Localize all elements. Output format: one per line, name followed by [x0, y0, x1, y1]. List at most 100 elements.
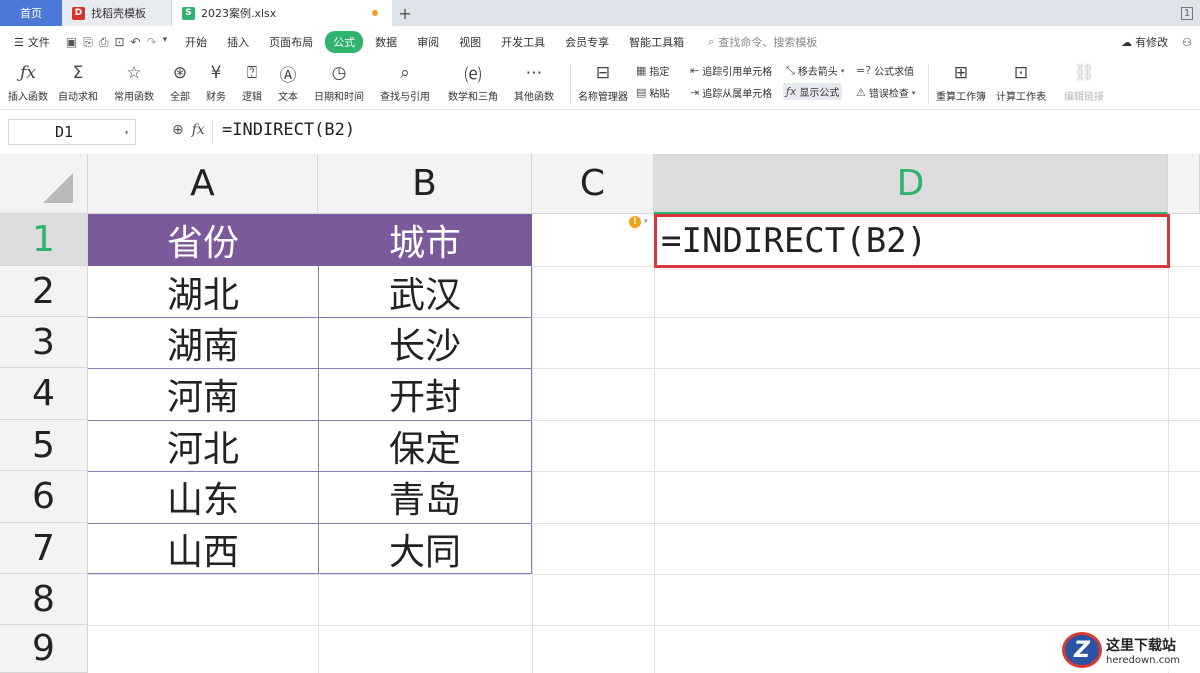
column-header-e[interactable] [1168, 154, 1200, 214]
chevron-down-icon[interactable]: ▾ [124, 128, 129, 137]
column-header-b[interactable]: B [318, 154, 532, 214]
row-header-3[interactable]: 3 [0, 317, 88, 368]
question-icon: ⍰ [246, 63, 258, 83]
all-functions-button[interactable]: ⊛ 全部 [170, 60, 190, 103]
cell-a3[interactable]: 湖南 [88, 317, 318, 368]
cell-a7[interactable]: 山西 [88, 523, 318, 574]
row-header-1[interactable]: 1 [0, 214, 88, 266]
common-functions-button[interactable]: ☆ 常用函数 [114, 60, 154, 103]
cell-b2[interactable]: 武汉 [318, 266, 532, 317]
row-header-2[interactable]: 2 [0, 266, 88, 317]
column-header-a[interactable]: A [88, 154, 318, 214]
error-warning-icon[interactable]: ! [629, 216, 641, 228]
command-search[interactable]: ⌕ 查找命令、搜索模板 [708, 34, 817, 50]
edit-links-button[interactable]: ⛓ 编辑链接 [1064, 60, 1104, 103]
grid-line [532, 523, 1200, 524]
cell-b1[interactable]: 城市 [318, 214, 532, 266]
zoom-icon[interactable]: ⊕ [172, 122, 184, 138]
cloud-changes[interactable]: ☁ 有修改 [1121, 34, 1168, 50]
menu-formulas[interactable]: 公式 [325, 31, 364, 53]
cell-b7[interactable]: 大同 [318, 523, 532, 574]
row-header-9[interactable]: 9 [0, 625, 88, 673]
text-functions-button[interactable]: Ⓐ 文本 [278, 60, 298, 104]
window-restore-button[interactable]: 1 [1174, 0, 1200, 26]
trace-precedents-button[interactable]: ⇤ 追踪引用单元格 [690, 63, 772, 78]
menu-view[interactable]: 视图 [451, 31, 489, 53]
column-header-c[interactable]: C [532, 154, 654, 214]
logical-button[interactable]: ⍰ 逻辑 [242, 60, 262, 103]
save-icon[interactable]: ▣ [66, 35, 77, 50]
all-functions-label: 全部 [170, 92, 190, 103]
remove-arrows-button[interactable]: ⤡ 移去箭头 ▾ [786, 63, 844, 79]
menu-developer[interactable]: 开发工具 [493, 31, 553, 53]
yen-icon: ¥ [210, 63, 222, 83]
grid-line [88, 625, 1200, 626]
row-header-4[interactable]: 4 [0, 368, 88, 420]
cell-a5[interactable]: 河北 [88, 420, 318, 471]
menu-review[interactable]: 审阅 [409, 31, 447, 53]
undo-icon[interactable]: ↶ [131, 35, 141, 50]
print-preview-icon[interactable]: ⊡ [114, 35, 124, 50]
cell-b5[interactable]: 保定 [318, 420, 532, 471]
calc-sheet-button[interactable]: ⊡ 计算工作表 [996, 60, 1046, 103]
row-header-6[interactable]: 6 [0, 471, 88, 523]
new-tab-button[interactable]: + [392, 0, 418, 26]
menu-page-layout[interactable]: 页面布局 [261, 31, 321, 53]
print-icon[interactable]: ⎙ [99, 35, 109, 50]
error-check-label: 错误检查 [868, 89, 909, 100]
active-cell-d1[interactable]: =INDIRECT(B2) [654, 214, 1170, 268]
cell-a1[interactable]: 省份 [88, 214, 318, 266]
error-check-button[interactable]: ⚠ 错误检查 ▾ [856, 85, 915, 100]
cell-b6[interactable]: 青岛 [318, 471, 532, 523]
date-time-button[interactable]: ◷ 日期和时间 [314, 60, 364, 103]
column-header-d[interactable]: D [654, 154, 1168, 214]
tab-workbook[interactable]: S 2023案例.xlsx [172, 0, 392, 26]
row-header-7[interactable]: 7 [0, 523, 88, 574]
export-pdf-icon[interactable]: ⎘ [83, 35, 93, 50]
user-icon[interactable]: ⚇ [1182, 36, 1192, 49]
chevron-down-icon: ▾ [911, 88, 916, 97]
lookup-reference-button[interactable]: ⌕ 查找与引用 [380, 60, 430, 103]
cell-a4[interactable]: 河南 [88, 368, 318, 420]
name-manager-button[interactable]: ⊟ 名称管理器 [578, 60, 628, 103]
tab-template[interactable]: D 找稻壳模板 [62, 0, 172, 26]
specify-button[interactable]: ▦ 指定 [636, 63, 669, 78]
paste-name-button[interactable]: ▤ 粘贴 [636, 85, 669, 100]
redo-icon[interactable]: ↷ [147, 35, 157, 50]
cell-a2[interactable]: 湖北 [88, 266, 318, 317]
menu-smart-tools[interactable]: 智能工具箱 [621, 31, 692, 53]
trace-dependents-label: 追踪从属单元格 [702, 89, 773, 100]
autosum-button[interactable]: Σ 自动求和 [58, 60, 98, 103]
menu-home[interactable]: 开始 [177, 31, 215, 53]
cell-b4[interactable]: 开封 [318, 368, 532, 420]
select-all-corner[interactable] [0, 154, 88, 214]
file-menu[interactable]: ☰ 文件 [0, 34, 58, 50]
show-formulas-button[interactable]: ƒx 显示公式 [783, 83, 843, 100]
row-header-8[interactable]: 8 [0, 574, 88, 625]
formula-input[interactable]: =INDIRECT(B2) [222, 120, 355, 140]
menu-member[interactable]: 会员专享 [557, 31, 617, 53]
other-functions-button[interactable]: ⋯ 其他函数 [514, 60, 554, 103]
menu-insert[interactable]: 插入 [219, 31, 257, 53]
fx-icon[interactable]: fx [192, 122, 205, 138]
customize-chevron-icon[interactable]: ▾ [163, 35, 168, 50]
grid-line [532, 471, 1200, 472]
row-header-5[interactable]: 5 [0, 420, 88, 471]
paste-label: 粘贴 [649, 89, 670, 100]
clock-icon: ◷ [331, 63, 347, 83]
cell-b3[interactable]: 长沙 [318, 317, 532, 368]
math-trig-button[interactable]: ⒠ 数学和三角 [448, 60, 498, 104]
cell-a6[interactable]: 山东 [88, 471, 318, 523]
insert-function-button[interactable]: ƒx 插入函数 [8, 60, 48, 103]
name-box[interactable]: D1 ▾ [8, 119, 136, 145]
chevron-down-icon[interactable]: ▾ [644, 217, 648, 225]
trace-dependents-button[interactable]: ⇥ 追踪从属单元格 [690, 85, 772, 100]
grid-line [532, 266, 533, 673]
cloud-icon: ☁ [1121, 35, 1133, 49]
financial-button[interactable]: ¥ 财务 [206, 60, 226, 103]
menu-data[interactable]: 数据 [367, 31, 405, 53]
recalc-workbook-button[interactable]: ⊞ 重算工作簿 [936, 60, 986, 103]
tab-home[interactable]: 首页 [0, 0, 62, 26]
evaluate-formula-button[interactable]: =? 公式求值 [856, 63, 914, 78]
cloud-changes-label: 有修改 [1135, 36, 1169, 49]
